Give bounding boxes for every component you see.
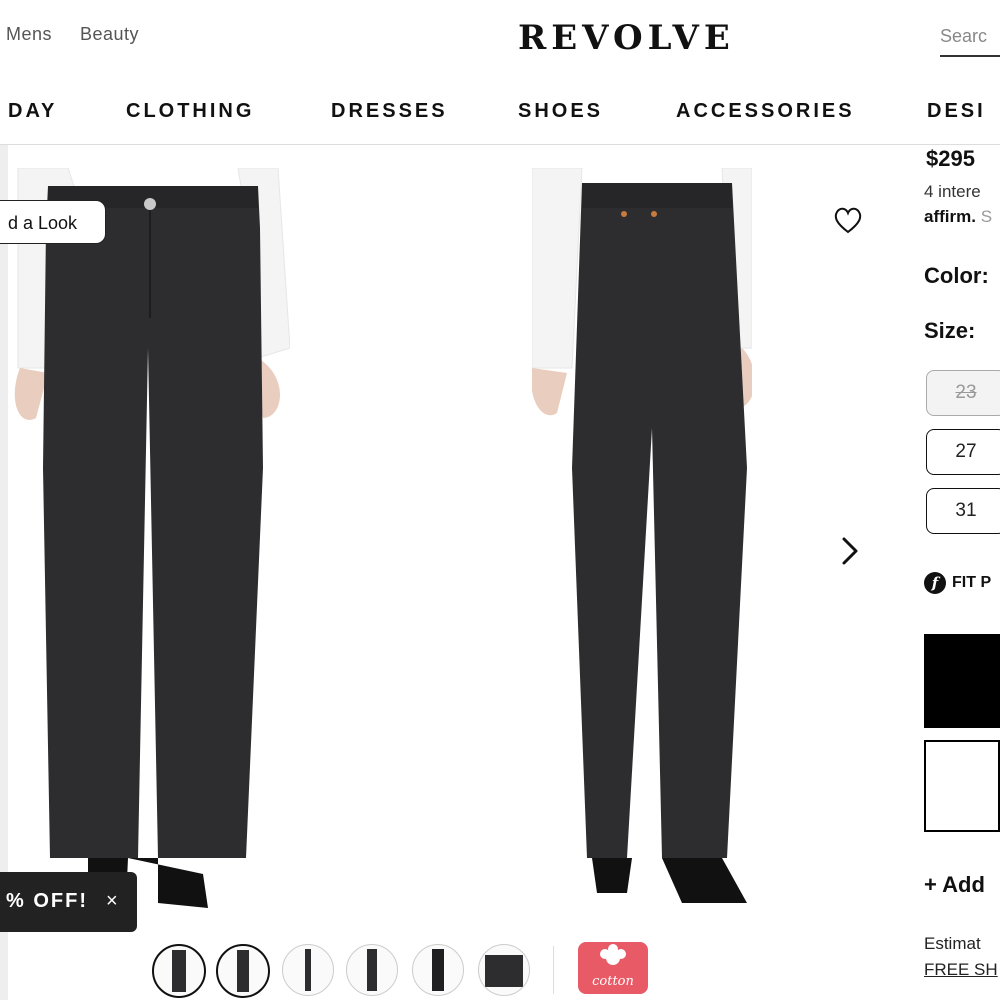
secondary-action-button[interactable] [924,740,1000,832]
size-option-31[interactable]: 31 [926,488,1000,534]
search-underline [940,55,1000,57]
cotton-badge-label: cotton [592,974,634,989]
free-shipping-link[interactable]: FREE SH [924,960,998,980]
thumbnail-1[interactable] [152,944,206,998]
thumbnail-3[interactable] [282,944,334,996]
size-option-23[interactable]: 23 [926,370,1000,416]
nav-item-shoes[interactable]: SHOES [518,100,603,123]
beauty-link[interactable]: Beauty [80,24,139,45]
category-nav: DAY CLOTHING DRESSES SHOES ACCESSORIES D… [0,96,1000,145]
nav-item-clothing[interactable]: CLOTHING [126,100,254,123]
color-label: Color: [924,263,989,288]
thumbnail-4[interactable] [346,944,398,996]
product-image-front[interactable] [8,168,290,920]
affirm-logo: affirm. [924,207,976,226]
affirm-link[interactable]: affirm. S [924,207,992,227]
cotton-badge[interactable]: cotton [578,942,648,994]
find-a-look-button[interactable]: d a Look [0,200,106,244]
add-to-bag-button[interactable] [924,634,1000,728]
product-image-side[interactable] [532,168,752,920]
revolve-logo[interactable]: REVOLVE [518,18,735,58]
affirm-suffix: S [980,207,993,226]
thumbnail-divider [553,946,554,994]
top-bar: Mens Beauty REVOLVE Searc [0,0,1000,78]
size-label: Size: [924,318,976,343]
heart-icon[interactable] [832,204,864,236]
estimate-text: Estimat [924,934,981,953]
fit-predictor-label: FIT P [952,574,992,592]
fit-predictor-icon: f [924,572,946,594]
search-input[interactable]: Searc [940,26,987,47]
product-price: $295 [926,146,975,171]
cotton-flower-icon [600,944,626,965]
close-icon[interactable]: × [106,890,120,913]
size-option-27[interactable]: 27 [926,429,1000,475]
mens-link[interactable]: Mens [6,24,52,45]
add-to-list-link[interactable]: + Add [924,872,985,898]
thumbnail-5[interactable] [412,944,464,996]
nav-item-dresses[interactable]: DRESSES [331,100,448,123]
nav-item-designers[interactable]: DESI [927,100,986,123]
thumbnail-strip [0,944,660,1000]
nav-item-day[interactable]: DAY [8,100,57,123]
fit-predictor-link[interactable]: f FIT P [924,572,991,594]
nav-item-accessories[interactable]: ACCESSORIES [676,100,855,123]
promo-text: % OFF! [6,890,88,912]
thumbnail-6[interactable] [478,944,530,996]
thumbnail-2[interactable] [216,944,270,998]
chevron-right-icon[interactable] [838,536,862,566]
installments-text: 4 intere [924,182,981,201]
promo-banner[interactable]: % OFF! × [0,872,137,932]
